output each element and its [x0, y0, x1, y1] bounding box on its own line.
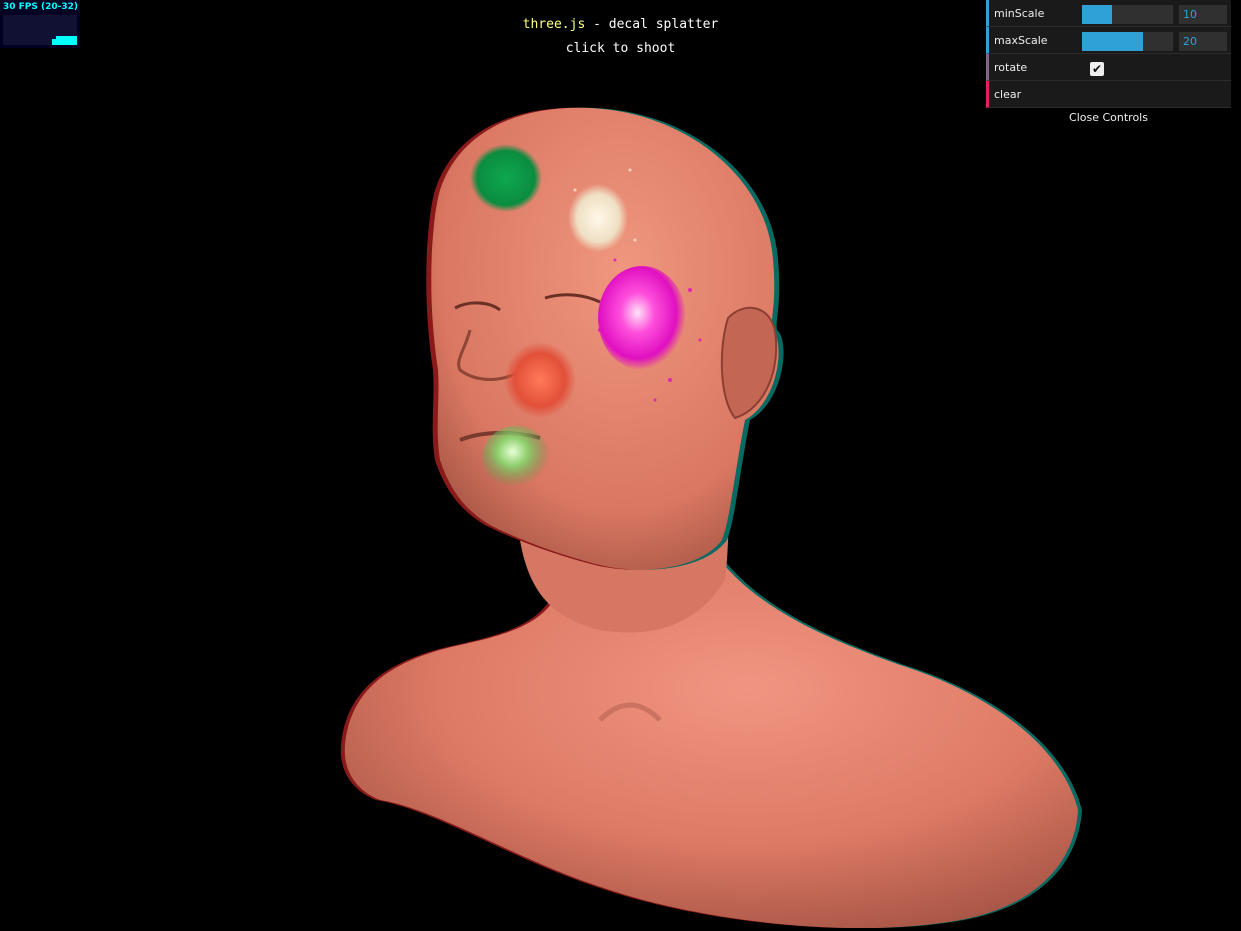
fps-graph-bar	[76, 36, 77, 45]
decal-green	[470, 144, 542, 212]
control-rotate[interactable]: rotate ✔	[986, 54, 1231, 81]
fps-graph	[3, 15, 77, 45]
control-label: rotate	[994, 61, 1028, 74]
clear-button[interactable]: clear	[986, 81, 1231, 108]
controls-panel: minScale 10 maxScale 20 rotate ✔ clear C…	[986, 0, 1231, 128]
check-icon: ✔	[1091, 62, 1103, 76]
minscale-input[interactable]: 10	[1179, 5, 1227, 24]
slider-fill	[1082, 5, 1113, 24]
threejs-link[interactable]: three.js	[523, 17, 586, 32]
fps-stats-panel[interactable]: 30 FPS (20-32)	[0, 0, 80, 48]
decal-cream	[568, 184, 628, 252]
scene-canvas[interactable]	[0, 0, 1241, 931]
decal-red	[504, 342, 576, 418]
control-label: maxScale	[994, 34, 1048, 47]
control-maxscale: maxScale 20	[986, 27, 1231, 54]
title-text: - decal splatter	[585, 17, 719, 32]
decal-lightgreen	[482, 426, 550, 490]
control-label: minScale	[994, 7, 1045, 20]
minscale-slider[interactable]	[1082, 5, 1173, 24]
webgl-viewport[interactable]: three.js - decal splatter click to shoot…	[0, 0, 1241, 931]
rotate-checkbox[interactable]: ✔	[1090, 62, 1104, 76]
decal-magenta	[598, 266, 686, 370]
control-minscale: minScale 10	[986, 0, 1231, 27]
bust-model[interactable]	[340, 107, 1082, 929]
fps-readout: 30 FPS (20-32)	[3, 2, 79, 12]
slider-fill	[1082, 32, 1143, 51]
close-controls-button[interactable]: Close Controls	[986, 108, 1231, 128]
maxscale-slider[interactable]	[1082, 32, 1173, 51]
control-label: clear	[994, 88, 1022, 101]
maxscale-input[interactable]: 20	[1179, 32, 1227, 51]
